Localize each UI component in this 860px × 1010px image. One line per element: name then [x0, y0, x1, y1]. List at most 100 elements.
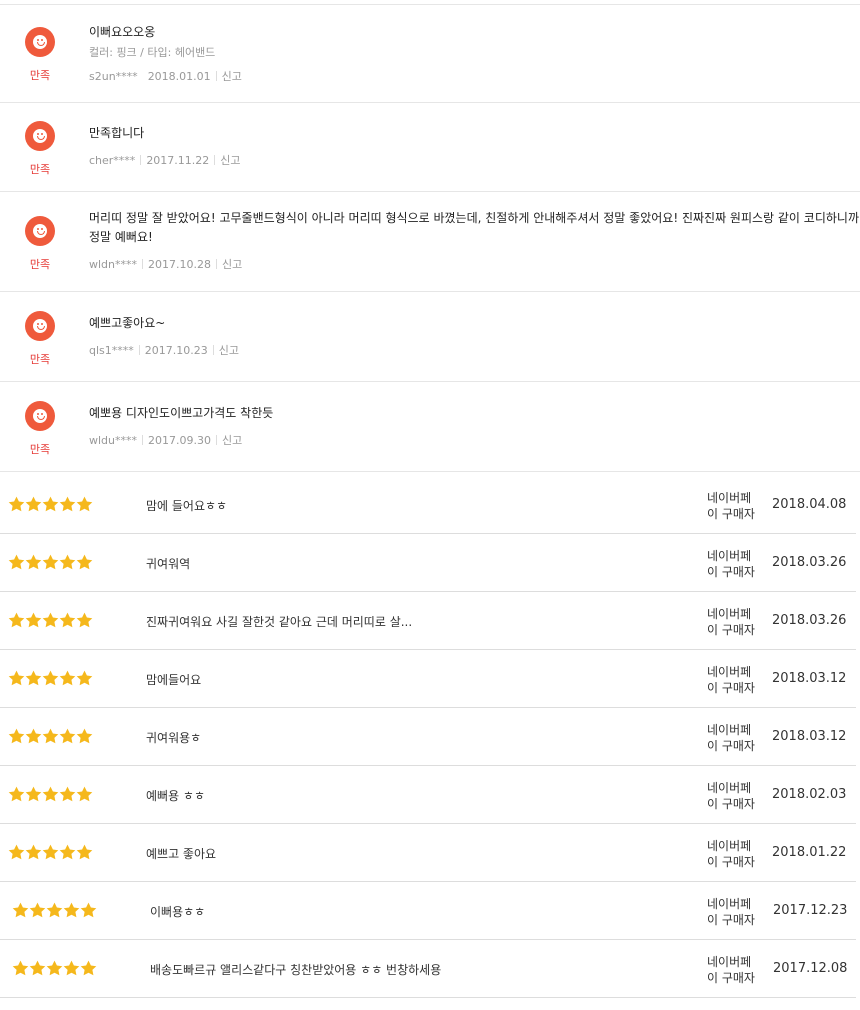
- review-user: cher****: [89, 153, 136, 167]
- divider: [140, 155, 142, 165]
- buyer-label-line1: 네이버페: [707, 607, 752, 621]
- buyer-label-line1: 네이버페: [707, 897, 752, 911]
- star-icon: [46, 902, 63, 918]
- satisfaction-label: 만족: [29, 443, 51, 456]
- review-avatar: 만족: [24, 121, 56, 177]
- review-text[interactable]: 이뻐용ㅎㅎ: [150, 903, 205, 920]
- review-option: 컬러: 핑크 / 타입: 헤어밴드: [89, 46, 216, 59]
- review-date: 2017.10.23: [144, 343, 208, 357]
- buyer-label: 네이버페 이 구매자: [707, 490, 755, 522]
- star-icon: [25, 496, 42, 512]
- report-link[interactable]: 신고: [222, 68, 242, 84]
- star-icon: [76, 728, 93, 744]
- star-icon: [46, 960, 63, 976]
- report-link[interactable]: 신고: [220, 152, 240, 168]
- star-icon: [42, 612, 59, 628]
- buyer-label: 네이버페 이 구매자: [707, 838, 755, 870]
- star-rating: [8, 496, 93, 512]
- buyer-label-line2: 이 구매자: [707, 797, 755, 811]
- buyer-label-line2: 이 구매자: [707, 623, 755, 637]
- star-icon: [8, 554, 25, 570]
- star-icon: [59, 612, 76, 628]
- review-date: 2018.01.01: [147, 69, 211, 83]
- review-text: 머리띠 정말 잘 받았어요! 고무줄밴드형식이 아니라 머리띠 형식으로 바꼈는…: [89, 211, 859, 244]
- satisfaction-label: 만족: [29, 258, 51, 271]
- star-icon: [76, 496, 93, 512]
- review-date: 2018.01.22: [772, 845, 847, 860]
- star-rating: [8, 554, 93, 570]
- divider: [214, 155, 216, 165]
- review-date: 2018.02.03: [772, 787, 847, 802]
- review-text[interactable]: 귀여워용ㅎ: [146, 729, 201, 746]
- buyer-label: 네이버페 이 구매자: [707, 896, 755, 928]
- review-user: s2un****: [89, 69, 138, 83]
- divider: [215, 71, 217, 81]
- star-icon: [42, 844, 59, 860]
- review-text: 예쁘고좋아요~: [89, 316, 166, 330]
- star-icon: [76, 844, 93, 860]
- review-item: 만족 이뻐요오오옹 컬러: 핑크 / 타입: 헤어밴드 s2un**** 201…: [0, 4, 860, 103]
- review-meta: cher**** 2017.11.22 신고: [89, 152, 241, 168]
- table-row: 예뻐용 ㅎㅎ 네이버페이 구매자 2018.02.03: [0, 765, 856, 824]
- review-date: 2018.03.26: [772, 555, 847, 570]
- star-rating: [8, 612, 93, 628]
- buyer-label-line2: 이 구매자: [707, 681, 755, 695]
- review-text: 만족합니다: [89, 126, 145, 140]
- report-link[interactable]: 신고: [219, 342, 239, 358]
- star-icon: [63, 902, 80, 918]
- buyer-label-line1: 네이버페: [707, 955, 752, 969]
- star-icon: [29, 902, 46, 918]
- star-icon: [76, 554, 93, 570]
- buyer-label-line1: 네이버페: [707, 665, 752, 679]
- star-icon: [59, 786, 76, 802]
- review-date: 2017.09.30: [148, 433, 211, 447]
- divider: [138, 345, 140, 355]
- buyer-label-line1: 네이버페: [707, 781, 752, 795]
- star-icon: [12, 902, 29, 918]
- star-icon: [25, 554, 42, 570]
- review-date: 2017.11.22: [146, 153, 210, 167]
- buyer-label: 네이버페이 구매자: [707, 780, 755, 812]
- buyer-label: 네이버페이 구매자: [707, 664, 755, 696]
- buyer-label: 네이버페 이 구매자: [707, 722, 755, 754]
- star-icon: [12, 960, 29, 976]
- report-link[interactable]: 신고: [222, 432, 242, 448]
- buyer-label-line2: 이 구매자: [707, 507, 755, 521]
- report-link[interactable]: 신고: [222, 256, 242, 272]
- star-icon: [42, 728, 59, 744]
- review-item: 만족 예쁘고좋아요~ qls1**** 2017.10.23 신고: [0, 292, 860, 382]
- review-meta: wldu**** 2017.09.30 신고: [89, 432, 242, 448]
- review-date: 2018.03.12: [772, 729, 847, 744]
- buyer-label-line1: 네이버페: [707, 839, 752, 853]
- review-date: 2017.10.28: [148, 257, 211, 271]
- smiley-face-icon: [25, 27, 55, 57]
- star-rating: [8, 844, 93, 860]
- review-avatar: 만족: [24, 216, 56, 272]
- review-text[interactable]: 예뻐용 ㅎㅎ: [146, 787, 205, 804]
- star-icon: [59, 844, 76, 860]
- review-text[interactable]: 배송도빠르규 앨리스같다구 칭찬받았어용 ㅎㅎ 번창하세용: [150, 961, 441, 978]
- smiley-face-icon: [25, 311, 55, 341]
- buyer-label: 네이버페 이 구매자: [707, 548, 755, 580]
- review-text[interactable]: 귀여워역: [146, 555, 190, 572]
- star-icon: [42, 670, 59, 686]
- star-rating: [8, 786, 93, 802]
- table-row: 진짜귀여워요 사길 잘한것 같아요 근데 머리띠로 살... 네이버페 이 구매자 2…: [0, 591, 856, 650]
- review-text[interactable]: 예쁘고 좋아요: [146, 845, 216, 862]
- star-icon: [76, 670, 93, 686]
- star-icon: [76, 786, 93, 802]
- divider: [142, 259, 144, 269]
- review-user: qls1****: [89, 343, 134, 357]
- satisfaction-label: 만족: [29, 69, 51, 82]
- satisfaction-label: 만족: [29, 163, 51, 176]
- review-date: 2018.04.08: [772, 497, 847, 512]
- review-text[interactable]: 맘에 들어요ㅎㅎ: [146, 497, 227, 514]
- review-text[interactable]: 진짜귀여워요 사길 잘한것 같아요 근데 머리띠로 살...: [146, 613, 412, 630]
- smiley-face-icon: [25, 216, 55, 246]
- review-text[interactable]: 맘에들어요: [146, 671, 201, 688]
- table-row: 배송도빠르규 앨리스같다구 칭찬받았어용 ㅎㅎ 번창하세용 네이버페 이 구매자 20…: [0, 939, 856, 998]
- table-row: 이뻐용ㅎㅎ 네이버페 이 구매자 2017.12.23: [0, 881, 856, 940]
- review-avatar: 만족: [24, 27, 56, 83]
- star-rating: [12, 960, 97, 976]
- star-icon: [8, 786, 25, 802]
